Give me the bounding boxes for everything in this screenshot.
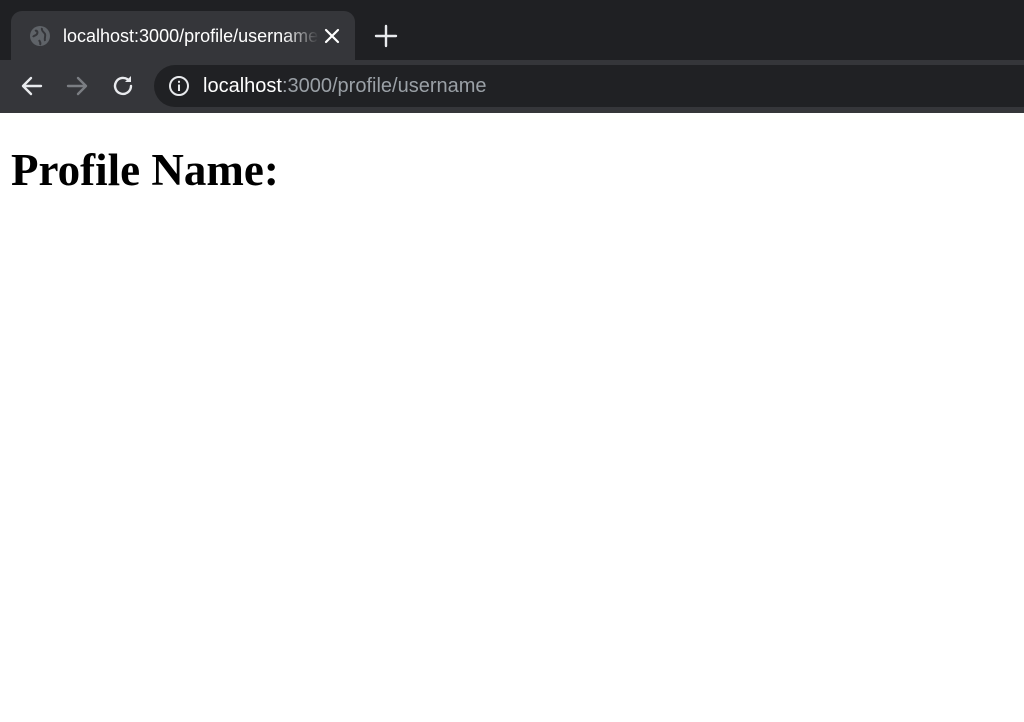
tab-title: localhost:3000/profile/username [63, 26, 319, 46]
reload-icon[interactable] [109, 72, 137, 100]
url-text[interactable]: localhost:3000/profile/username [203, 73, 487, 99]
page-title: Profile Name: [11, 145, 279, 195]
browser-tab[interactable]: localhost:3000/profile/username [11, 11, 355, 60]
globe-icon [29, 25, 51, 47]
plus-icon[interactable] [372, 22, 400, 50]
page-content: Profile Name: [0, 113, 1024, 722]
address-bar[interactable]: localhost:3000/profile/username [154, 65, 1024, 107]
info-icon[interactable] [168, 75, 190, 97]
url-path: :3000/profile/username [281, 75, 487, 97]
arrow-left-icon[interactable] [18, 72, 46, 100]
arrow-right-icon[interactable] [63, 72, 91, 100]
browser-chrome: localhost:3000/profile/username localhos… [0, 0, 1024, 113]
close-icon[interactable] [320, 24, 344, 48]
tab-strip: localhost:3000/profile/username [0, 0, 1024, 60]
browser-toolbar: localhost:3000/profile/username [0, 60, 1024, 113]
url-host: localhost [203, 75, 282, 97]
